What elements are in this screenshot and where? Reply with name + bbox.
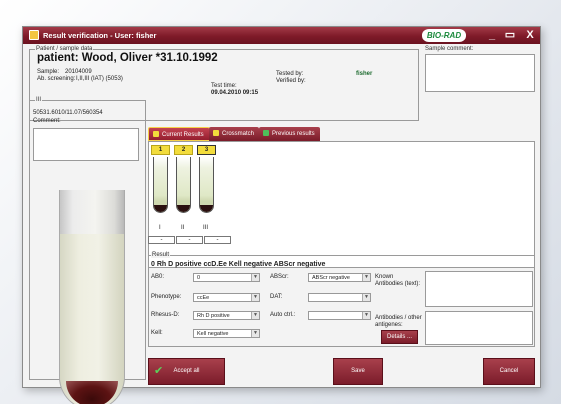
dat-label: DAT: bbox=[270, 294, 283, 300]
sample-value: 20104009 bbox=[65, 69, 92, 75]
abo-value: 0 bbox=[197, 275, 201, 281]
well-2-pellet bbox=[177, 205, 190, 212]
phenotype-label: Phenotype: bbox=[151, 294, 182, 300]
card-id: 50531.6010/11.07/560354 bbox=[33, 110, 103, 116]
result-summary: 0 Rh D positive ccD.Ee Kell negative ABS… bbox=[151, 261, 326, 268]
tab-current-results-label: Current Results bbox=[162, 132, 204, 138]
verified-by-label: Verified by: bbox=[276, 78, 306, 84]
chevron-down-icon: ▼ bbox=[362, 274, 370, 281]
result-group-label: Result bbox=[151, 252, 171, 258]
well-3-number: 3 bbox=[204, 147, 209, 153]
card-comment-field[interactable] bbox=[33, 128, 139, 161]
well-1-reaction[interactable]: - bbox=[148, 236, 175, 244]
well-2-label: II bbox=[181, 225, 185, 231]
auto-ctrl-select[interactable]: ▼ bbox=[308, 311, 371, 320]
result-verification-window: Result verification - User: fisher BIO-R… bbox=[22, 26, 541, 404]
abo-select[interactable]: 0 ▼ bbox=[193, 273, 260, 282]
well-1-header[interactable]: 1 bbox=[151, 145, 170, 155]
accept-all-label: Accept all bbox=[173, 368, 200, 374]
tested-by-value: fisher bbox=[356, 71, 373, 77]
kell-value: Kell negative bbox=[197, 331, 229, 337]
tab-previous-results[interactable]: Previous results bbox=[259, 127, 320, 141]
window-title: Result verification - User: fisher bbox=[43, 31, 157, 40]
sample-label: Sample: bbox=[37, 69, 60, 75]
chevron-down-icon: ▼ bbox=[362, 312, 370, 319]
tab-crossmatch[interactable]: Crossmatch bbox=[209, 127, 260, 141]
gel-column bbox=[60, 234, 124, 404]
rhesus-label: Rhesus-D: bbox=[151, 312, 180, 318]
test-time-value: 09.04.2010 09:15 bbox=[211, 90, 259, 96]
well-2-number: 2 bbox=[181, 147, 186, 153]
abscr-value: ABScr negative bbox=[312, 275, 350, 281]
check-icon: ✔ bbox=[154, 365, 164, 377]
comment-label: Comment: bbox=[33, 118, 61, 124]
chevron-down-icon: ▼ bbox=[251, 294, 259, 301]
phenotype-value: ccEe bbox=[197, 295, 210, 301]
bio-rad-logo: BIO-RAD bbox=[422, 29, 466, 42]
well-3-header[interactable]: 3 bbox=[197, 145, 216, 155]
minimize-button[interactable]: _ bbox=[485, 28, 499, 42]
well-2-tube[interactable] bbox=[176, 157, 191, 213]
previous-results-icon bbox=[263, 130, 269, 137]
well-3-reaction[interactable]: - bbox=[204, 236, 231, 244]
well-1-tube[interactable] bbox=[153, 157, 168, 213]
gel-tube-image bbox=[59, 190, 125, 404]
rhesus-value: Rh D positive bbox=[197, 313, 230, 319]
known-antibodies-label: Known Antibodies (text): bbox=[375, 274, 421, 287]
chevron-down-icon: ▼ bbox=[362, 294, 370, 301]
tab-crossmatch-label: Crossmatch bbox=[222, 131, 255, 137]
chevron-down-icon: ▼ bbox=[251, 330, 259, 337]
close-button[interactable]: X bbox=[523, 28, 537, 42]
title-bar: Result verification - User: fisher BIO-R… bbox=[23, 27, 540, 44]
well-2-reaction[interactable]: - bbox=[176, 236, 203, 244]
screening-label: Ab. screening: bbox=[37, 76, 76, 82]
abo-label: AB0: bbox=[151, 274, 165, 280]
well-2-header[interactable]: 2 bbox=[174, 145, 193, 155]
accept-all-button[interactable]: ✔ Accept all bbox=[148, 358, 225, 385]
maximize-button[interactable]: ▭ bbox=[503, 28, 517, 42]
chevron-down-icon: ▼ bbox=[251, 274, 259, 281]
screening-value: I,II,III (IAT) (5053) bbox=[76, 76, 123, 82]
tested-by-label: Tested by: bbox=[276, 71, 304, 77]
sample-comment-field[interactable] bbox=[425, 54, 535, 92]
crossmatch-icon bbox=[213, 130, 219, 137]
well-3-tube[interactable] bbox=[199, 157, 214, 213]
sample-comment-label: Sample comment: bbox=[424, 46, 475, 52]
kell-select[interactable]: Kell negative ▼ bbox=[193, 329, 260, 338]
well-3-label: III bbox=[203, 225, 209, 231]
auto-ctrl-label: Auto ctrl.: bbox=[270, 312, 296, 318]
known-antibodies-field[interactable] bbox=[425, 271, 533, 307]
cancel-button[interactable]: Cancel bbox=[483, 358, 535, 385]
patient-name: patient: Wood, Oliver *31.10.1992 bbox=[37, 52, 218, 64]
other-antigenes-label: Antibodies / other antigenes: bbox=[375, 315, 422, 328]
dat-select[interactable]: ▼ bbox=[308, 293, 371, 302]
well-1-pellet bbox=[154, 205, 167, 212]
current-results-icon bbox=[153, 131, 159, 138]
well-1-number: 1 bbox=[158, 147, 163, 153]
kell-label: Kell: bbox=[151, 330, 163, 336]
tab-previous-results-label: Previous results bbox=[272, 131, 315, 137]
chevron-down-icon: ▼ bbox=[251, 312, 259, 319]
tab-current-results[interactable]: Current Results bbox=[148, 127, 210, 141]
well-1-label: I bbox=[159, 225, 161, 231]
phenotype-select[interactable]: ccEe ▼ bbox=[193, 293, 260, 302]
other-antigenes-field[interactable] bbox=[425, 311, 533, 345]
rhesus-select[interactable]: Rh D positive ▼ bbox=[193, 311, 260, 320]
test-time-label: Test time: bbox=[211, 83, 237, 89]
details-button[interactable]: Details ... bbox=[381, 330, 418, 344]
well-3-pellet bbox=[200, 205, 213, 212]
app-icon bbox=[29, 30, 39, 40]
save-button[interactable]: Save bbox=[333, 358, 383, 385]
abscr-select[interactable]: ABScr negative ▼ bbox=[308, 273, 371, 282]
abscr-label: ABScr: bbox=[270, 274, 289, 280]
card-image-group-label: III bbox=[35, 97, 43, 103]
